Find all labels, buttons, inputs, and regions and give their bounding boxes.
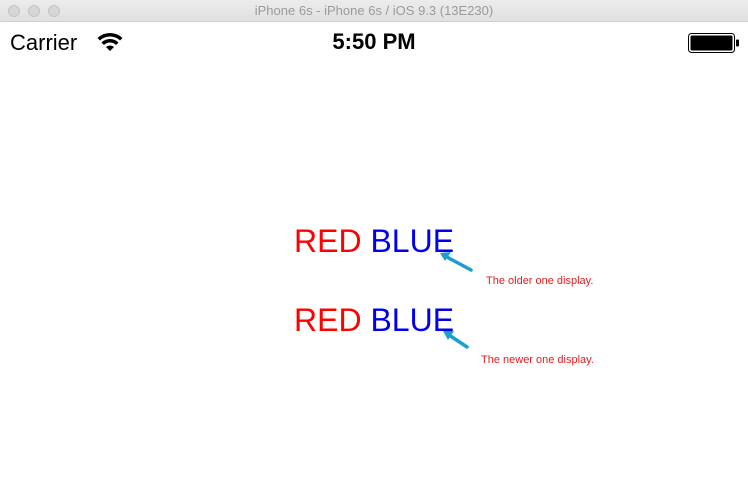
window-titlebar: iPhone 6s - iPhone 6s / iOS 9.3 (13E230) (0, 0, 748, 22)
arrow-pointer-icon (443, 331, 469, 349)
battery-icon (688, 33, 739, 53)
newer-label: RED BLUE (294, 302, 454, 338)
simulator-window: iPhone 6s - iPhone 6s / iOS 9.3 (13E230)… (0, 0, 748, 483)
arrow-pointer-icon (440, 252, 473, 272)
newer-annotation: The newer one display. (481, 354, 594, 366)
window-title: iPhone 6s - iPhone 6s / iOS 9.3 (13E230) (254, 3, 494, 18)
status-time: 5:50 PM (332, 29, 416, 54)
newer-red-text: RED (294, 302, 362, 338)
older-red-text: RED (294, 223, 362, 259)
older-annotation: The older one display. (486, 275, 594, 287)
ios-status-bar: Carrier 5:50 PM (0, 22, 748, 62)
older-label: RED BLUE (294, 223, 454, 259)
